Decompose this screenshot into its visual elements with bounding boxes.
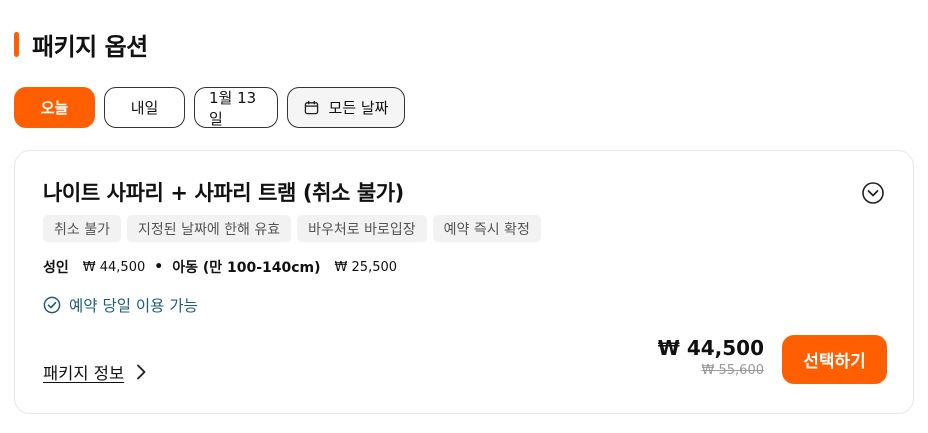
tag: 예약 즉시 확정 [432, 215, 541, 242]
all-dates-button[interactable]: 모든 날짜 [287, 87, 405, 128]
date-selector: 오늘 내일 1월 13일 모든 날짜 [14, 87, 405, 128]
check-circle-icon [43, 296, 61, 314]
package-info-link[interactable]: 패키지 정보 [43, 360, 148, 384]
tag: 지정된 날짜에 한해 유효 [126, 215, 292, 242]
adult-label: 성인 [43, 260, 69, 276]
price-breakdown: 성인 ₩ 44,500 • 아동 (만 100-140cm) ₩ 25,500 [43, 257, 397, 277]
availability-text: 예약 당일 이용 가능 [69, 297, 198, 315]
child-price: ₩ 25,500 [334, 259, 398, 275]
adult-price: ₩ 44,500 [82, 259, 146, 275]
date-chip-jan-13[interactable]: 1월 13일 [194, 87, 278, 128]
child-label: 아동 (만 100-140cm) [172, 260, 321, 276]
current-price: ₩ 44,500 [657, 336, 764, 360]
original-price: ₩ 55,600 [701, 363, 764, 378]
tag: 취소 불가 [43, 215, 121, 242]
chevron-right-icon [137, 364, 146, 380]
price-box: ₩ 44,500 ₩ 55,600 [658, 336, 764, 378]
package-card: 나이트 사파리 + 사파리 트램 (취소 불가) 취소 불가 지정된 날짜에 한… [14, 150, 914, 414]
package-title: 나이트 사파리 + 사파리 트램 (취소 불가) [43, 181, 404, 205]
tag: 바우처로 바로입장 [297, 215, 427, 242]
calendar-icon [304, 100, 318, 115]
date-chip-today[interactable]: 오늘 [14, 87, 95, 128]
select-button[interactable]: 선택하기 [782, 335, 887, 384]
date-chip-tomorrow[interactable]: 내일 [104, 87, 185, 128]
package-tags: 취소 불가 지정된 날짜에 한해 유효 바우처로 바로입장 예약 즉시 확정 [43, 215, 541, 242]
price-separator: • [154, 259, 164, 275]
all-dates-label: 모든 날짜 [328, 99, 389, 117]
section-title: 패키지 옵션 [32, 32, 148, 61]
availability-note: 예약 당일 이용 가능 [43, 294, 198, 316]
accent-bar [14, 31, 19, 57]
section-header: 패키지 옵션 [14, 29, 148, 61]
expand-chevron-icon[interactable] [861, 181, 885, 205]
package-info-label: 패키지 정보 [43, 364, 125, 383]
